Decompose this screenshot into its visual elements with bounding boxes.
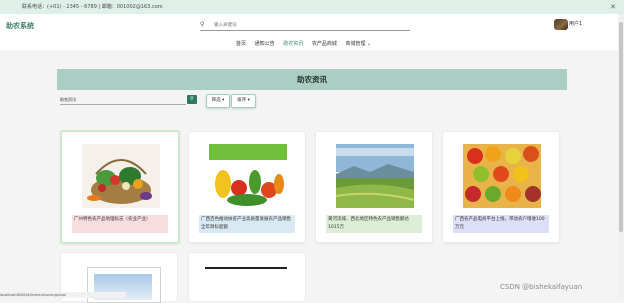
header-search: ⚲	[200, 20, 410, 31]
site-brand[interactable]: 助农系统	[6, 21, 34, 31]
status-url: localhost:8080/#/index/zhunongzixun	[0, 292, 126, 298]
close-icon[interactable]: ✕	[610, 0, 616, 14]
nav-item-mall[interactable]: 农产品商城	[312, 40, 337, 47]
image-strip	[205, 267, 287, 269]
news-card-image[interactable]	[463, 144, 541, 208]
caret-down-icon: ▾	[220, 98, 225, 103]
news-card[interactable]: 黄河流域、西北地区特色农产品销售额达1015万	[315, 131, 433, 243]
chevron-down-icon: ⌄	[367, 41, 372, 47]
contact-info: 联系电话：(+01) - 2345 - 6789 | 邮箱：001002@163…	[22, 4, 163, 10]
nav-item-news[interactable]: 助农资讯	[283, 40, 303, 47]
news-card-title[interactable]: 广州特色农产品地理标志（农业产业）	[72, 215, 168, 233]
filter-label: 筛选	[211, 98, 221, 103]
sort-label: 排序	[237, 98, 247, 103]
news-card-title[interactable]: 黄河流域、西北地区特色农产品销售额达1015万	[326, 215, 422, 233]
main-nav: 首页 通知公告 助农资讯 农产品商城 商城管理 ⌄	[236, 40, 378, 47]
news-card-image[interactable]	[209, 144, 287, 208]
user-name[interactable]: 用户1	[569, 20, 582, 27]
search-icon: ⚲	[190, 96, 194, 102]
nav-item-home[interactable]: 首页	[236, 40, 246, 47]
news-card[interactable]	[188, 252, 306, 302]
header-search-input[interactable]	[214, 20, 404, 30]
nav-item-notices[interactable]: 通知公告	[255, 40, 275, 47]
news-card[interactable]: 广西百色推动扶贫产业高质量发展农产品销售全年目标超额	[188, 131, 306, 243]
news-card-image[interactable]	[336, 144, 414, 208]
sort-dropdown[interactable]: 排序 ▾	[231, 94, 256, 108]
news-card-title[interactable]: 广西百色推动扶贫产业高质量发展农产品销售全年目标超额	[199, 215, 295, 233]
news-search-button[interactable]: ⚲	[187, 95, 197, 104]
nav-item-mall-manage-label: 商城管理	[345, 41, 366, 47]
scrollbar-thumb[interactable]	[619, 22, 623, 232]
news-card[interactable]: 广西农产品电商平台上线，带动农户增收100万元	[442, 131, 560, 243]
watermark: CSDN @bishekaifayuan	[500, 283, 583, 291]
filter-dropdown[interactable]: 筛选 ▾	[206, 94, 230, 108]
news-card-image[interactable]	[82, 144, 160, 208]
avatar[interactable]	[554, 19, 568, 30]
top-contact-bar: 联系电话：(+01) - 2345 - 6789 | 邮箱：001002@163…	[0, 0, 624, 14]
page-title: 助农资讯	[57, 69, 567, 90]
site-header: 助农系统 ⚲ 用户1 首页 通知公告 助农资讯 农产品商城 商城管理 ⌄	[0, 14, 618, 50]
search-icon[interactable]: ⚲	[200, 20, 204, 30]
news-card[interactable]: 广州特色农产品地理标志（农业产业）	[60, 130, 180, 244]
nav-item-mall-manage[interactable]: 商城管理 ⌄	[345, 40, 371, 47]
news-card-title[interactable]: 广西农产品电商平台上线，带动农户增收100万元	[453, 215, 549, 233]
news-search-input[interactable]: 助农资讯	[60, 96, 186, 105]
caret-down-icon: ▾	[246, 98, 250, 103]
